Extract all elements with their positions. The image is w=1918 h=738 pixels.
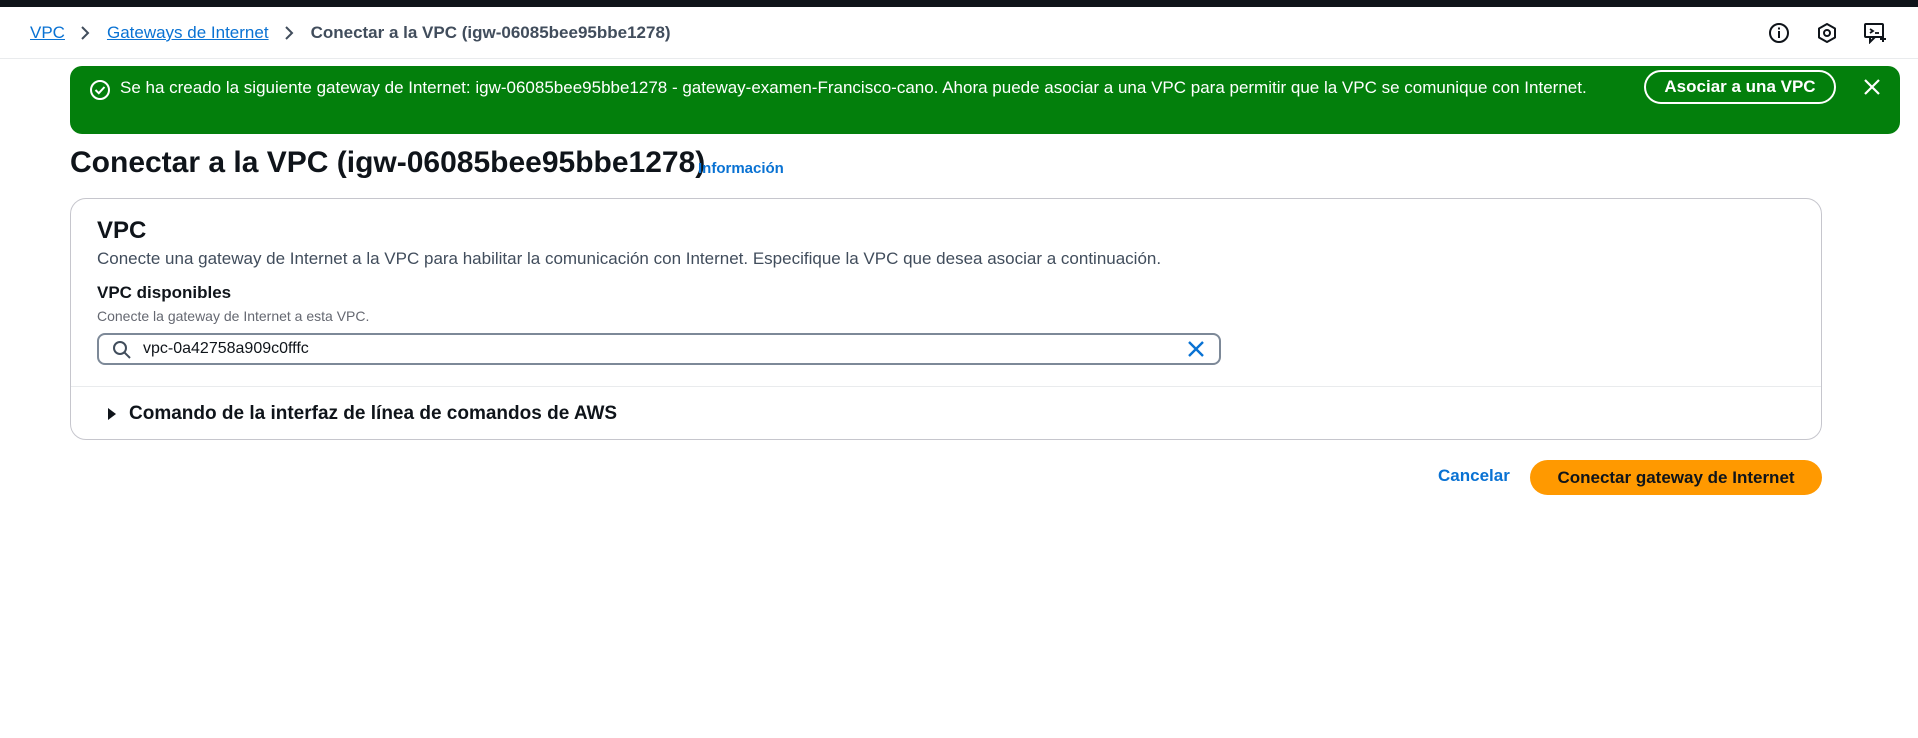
field-description: Conecte la gateway de Internet a esta VP…	[97, 308, 370, 324]
associate-vpc-button[interactable]: Asociar a una VPC	[1644, 70, 1836, 104]
breadcrumb-vpc[interactable]: VPC	[30, 23, 65, 43]
section-description: Conecte una gateway de Internet a la VPC…	[97, 249, 1162, 268]
flash-message: Se ha creado la siguiente gateway de Int…	[120, 78, 1587, 97]
success-flash-banner: Se ha creado la siguiente gateway de Int…	[70, 66, 1900, 134]
info-link[interactable]: Información	[698, 160, 784, 177]
breadcrumb-current: Conectar a la VPC (igw-06085bee95bbe1278…	[310, 23, 671, 42]
top-strip	[0, 0, 1918, 7]
section-title: VPC	[97, 217, 147, 244]
page-title: Conectar a la VPC (igw-06085bee95bbe1278…	[70, 146, 706, 179]
check-circle-icon	[89, 79, 111, 101]
settings-icon[interactable]	[1814, 20, 1840, 46]
header-bar: VPC Gateways de Internet Conectar a la V…	[0, 7, 1918, 59]
attach-gateway-button[interactable]: Conectar gateway de Internet	[1530, 460, 1822, 495]
feedback-icon[interactable]	[1862, 20, 1888, 46]
vpc-search-field[interactable]	[97, 333, 1221, 365]
header-icons	[1766, 7, 1888, 59]
section-divider	[71, 386, 1821, 387]
vpc-container: VPC Conecte una gateway de Internet a la…	[70, 198, 1822, 440]
search-icon	[112, 340, 132, 360]
cli-command-expander[interactable]: Comando de la interfaz de línea de coman…	[105, 403, 617, 425]
vpc-search-input[interactable]	[143, 337, 1143, 361]
breadcrumb-internet-gateways[interactable]: Gateways de Internet	[107, 23, 269, 43]
breadcrumb: VPC Gateways de Internet Conectar a la V…	[30, 7, 671, 59]
expander-label: Comando de la interfaz de línea de coman…	[129, 403, 618, 424]
cancel-button[interactable]: Cancelar	[1438, 466, 1510, 486]
info-icon[interactable]	[1766, 20, 1792, 46]
clear-icon[interactable]	[1185, 338, 1207, 360]
caret-right-icon	[105, 407, 119, 421]
close-icon[interactable]	[1858, 73, 1886, 101]
chevron-right-icon	[283, 25, 295, 41]
chevron-right-icon	[79, 25, 91, 41]
field-label: VPC disponibles	[97, 283, 232, 302]
